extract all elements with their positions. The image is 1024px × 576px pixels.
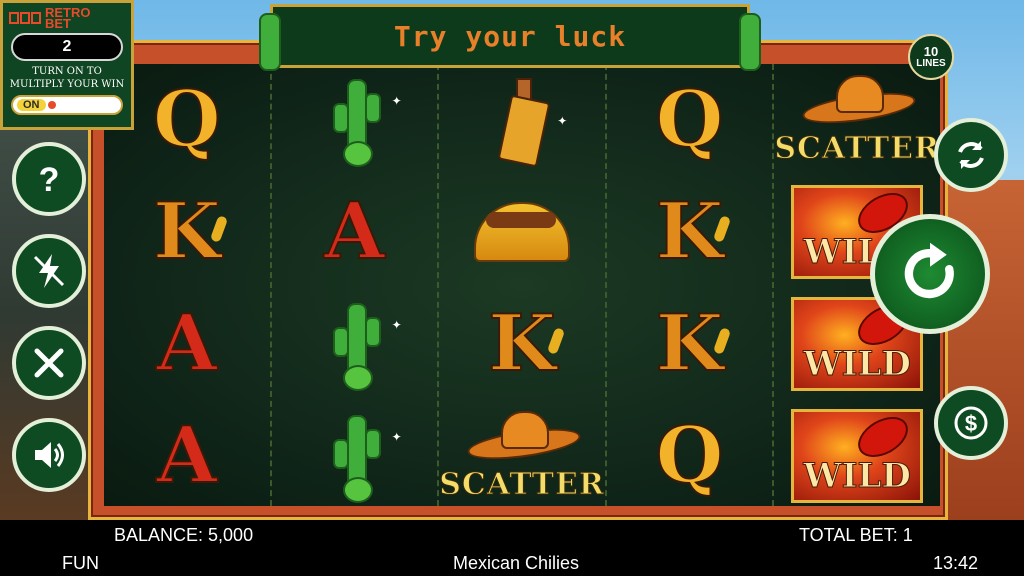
autoplay-button[interactable] [934,118,1008,192]
symbol-k: K [104,176,270,288]
symbol-a: A [156,298,219,389]
help-icon: ? [39,161,60,199]
symbol-q: Q [655,74,725,165]
symbol-q: Q [655,410,725,501]
symbol-cactus: ✦ [272,400,438,512]
reel-2: ✦ A ✦ ✦ [272,64,440,506]
toggle-indicator-icon [47,101,56,109]
bet-button[interactable]: $ [934,386,1008,460]
reel-3: ✦ K SCATTER [439,64,607,506]
total-bet-label: TOTAL BET: 1 [799,525,913,545]
cactus-decor-icon [739,13,761,71]
symbol-a: A [156,410,219,501]
reel-1: Q K A A [104,64,272,506]
symbol-k: K [439,288,605,400]
symbol-cactus: ✦ [272,288,438,400]
symbol-taco [439,176,605,288]
title-banner: Try your luck [259,4,761,71]
bet-coin-icon: $ [954,406,988,440]
balance-label: BALANCE: 5,000 [114,525,254,545]
symbol-k: K [607,288,773,400]
symbol-wild: WILD [774,400,940,512]
turbo-off-icon [33,254,65,288]
turbo-button[interactable] [12,234,86,308]
retro-bet-caption: TURN ON TO MULTIPLY YOUR WIN [9,66,125,90]
settings-button[interactable] [12,326,86,400]
retro-bet-multiplier[interactable]: 2 [11,33,123,61]
help-button[interactable]: ? [12,142,86,216]
autoplay-icon [958,141,984,169]
cactus-decor-icon [259,13,281,71]
reels-area: Q K A A ✦ A ✦ ✦ ✦ K SCATTER Q K K Q SCAT… [104,64,940,506]
sound-icon [35,442,64,468]
spin-icon [904,242,954,299]
retro-bet-logo: RETRO BET [9,6,125,30]
svg-text:$: $ [965,411,977,436]
symbol-k: K [607,176,773,288]
symbol-tequila: ✦ [439,64,605,176]
status-bar: BALANCE: 5,000 TOTAL BET: 1 FUN Mexican … [0,520,1024,576]
clock: 13:42 [933,553,979,573]
symbol-scatter: SCATTER [774,64,940,176]
game-name: Mexican Chilies [453,553,580,573]
retro-bet-toggle[interactable]: ON [11,95,123,115]
banner-title: Try your luck [393,19,627,53]
sound-button[interactable] [12,418,86,492]
reel-4: Q K K Q [607,64,775,506]
symbol-cactus: ✦ [272,64,438,176]
spin-button[interactable] [870,214,990,334]
mode-label: FUN [62,553,99,573]
retro-bet-panel: RETRO BET 2 TURN ON TO MULTIPLY YOUR WIN … [0,0,134,130]
lines-badge: 10 LINES [908,34,954,80]
svg-text:?: ? [39,161,60,199]
symbol-scatter: SCATTER [439,400,605,512]
settings-tools-icon [34,348,64,378]
symbol-a: A [323,186,386,277]
